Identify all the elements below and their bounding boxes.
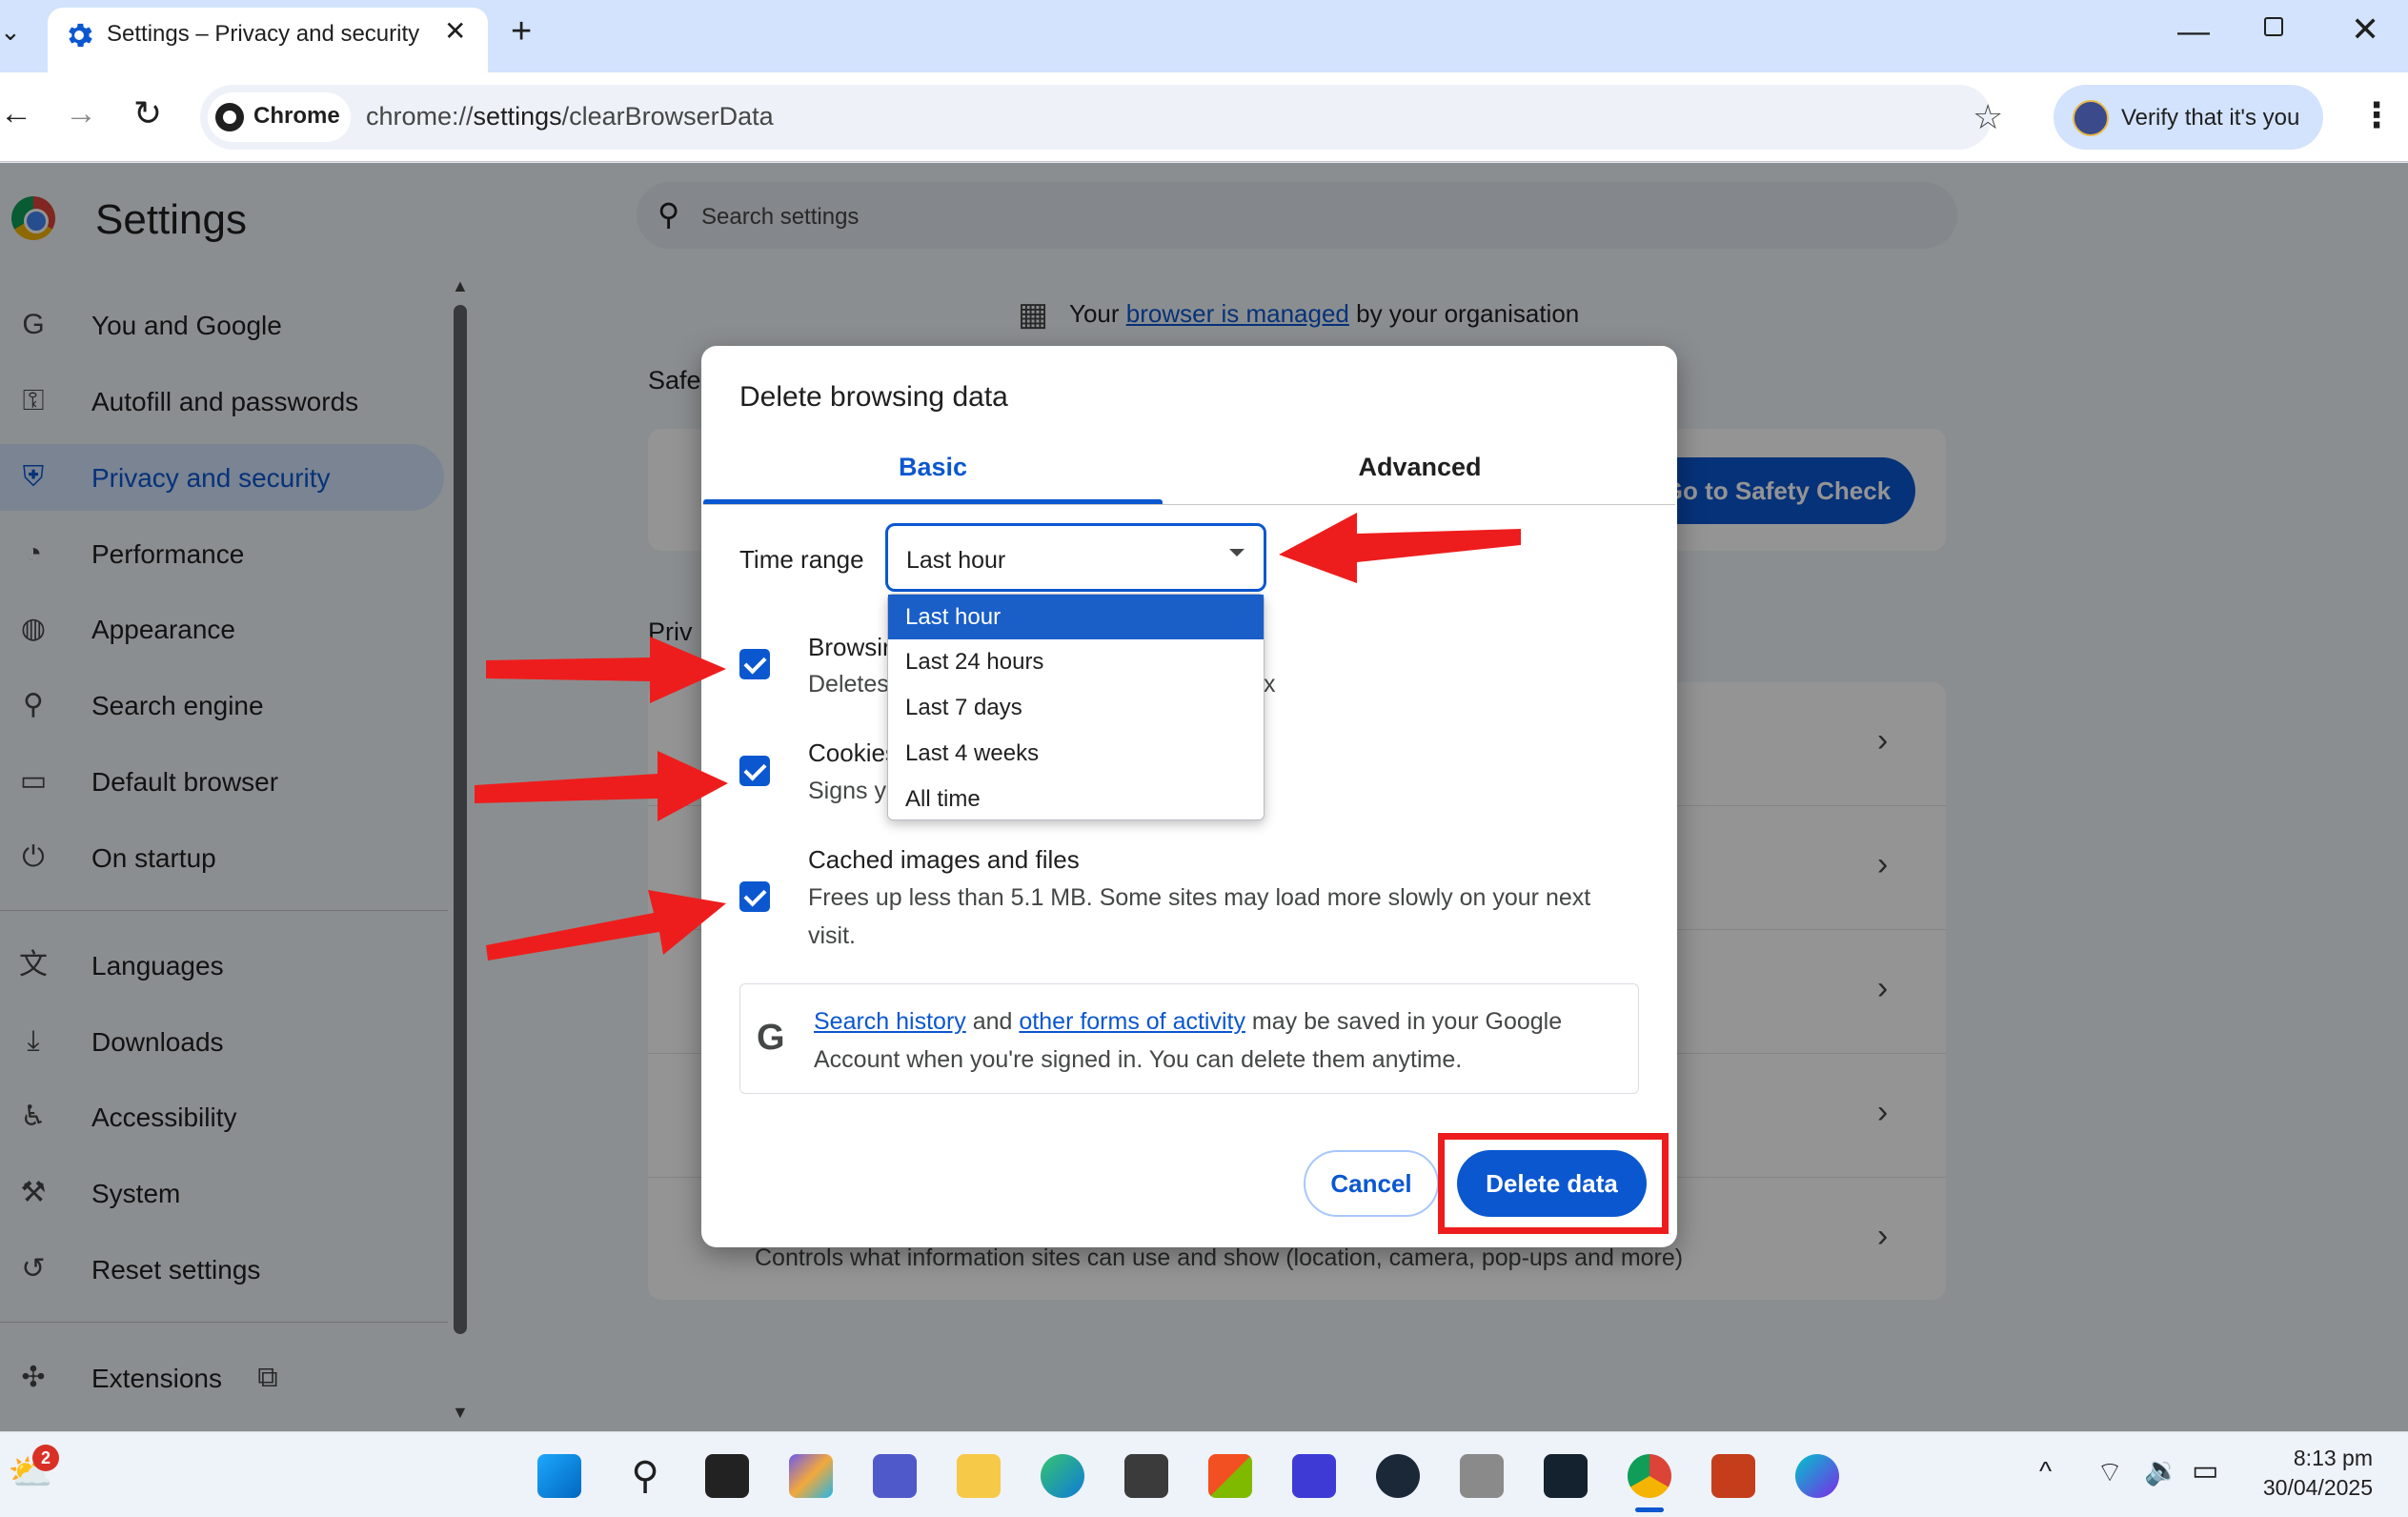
clock-date[interactable]: 30/04/2025 <box>2255 1475 2373 1501</box>
site-info-label: Chrome <box>253 103 340 129</box>
battery-icon[interactable]: ▭ <box>2192 1454 2218 1487</box>
restore-icon[interactable] <box>2264 17 2283 36</box>
copilot-icon[interactable] <box>789 1454 833 1498</box>
tab-search-chevron-icon[interactable]: ⌄ <box>0 17 23 55</box>
minimize-icon[interactable]: — <box>2177 13 2210 51</box>
bookmark-star-icon[interactable]: ☆ <box>1973 97 2003 137</box>
reload-icon[interactable]: ↻ <box>133 93 162 133</box>
new-tab-icon[interactable]: + <box>511 11 532 52</box>
notification-badge: 2 <box>32 1445 59 1471</box>
time-range-value: Last hour <box>906 547 1006 574</box>
option-description: Deletes <box>808 671 889 698</box>
wifi-icon[interactable]: ⌔ <box>2096 1454 2123 1490</box>
dropdown-option-last-24-hours[interactable]: Last 24 hours <box>888 639 1264 684</box>
app-icon[interactable] <box>1544 1454 1588 1498</box>
more-menu-icon[interactable]: ⋮ <box>2359 95 2394 135</box>
other-activity-link[interactable]: other forms of activity <box>1019 1008 1245 1035</box>
canva-icon[interactable] <box>1795 1454 1839 1498</box>
tab-title: Settings – Privacy and security <box>107 21 420 47</box>
file-explorer-icon[interactable] <box>957 1454 1001 1498</box>
option-description: visit. <box>808 922 856 949</box>
edge-icon[interactable] <box>1041 1454 1084 1498</box>
cached-images-checkbox[interactable] <box>739 881 770 912</box>
annotation-highlight-box <box>1438 1133 1669 1234</box>
app-icon[interactable] <box>1460 1454 1504 1498</box>
forward-arrow-icon[interactable]: → <box>65 95 97 132</box>
option-title: Browsir <box>808 633 891 661</box>
tab-basic[interactable]: Basic <box>703 438 1163 505</box>
close-tab-icon[interactable]: ✕ <box>444 15 466 47</box>
volume-icon[interactable]: 🔉 <box>2144 1454 2179 1487</box>
info-text: Account when you're signed in. You can d… <box>814 1046 1463 1073</box>
avatar <box>2073 100 2109 136</box>
tab-advanced[interactable]: Advanced <box>1191 438 1649 505</box>
store-icon[interactable] <box>1208 1454 1252 1498</box>
option-description-trailing: x <box>1264 671 1276 698</box>
option-description: Frees up less than 5.1 MB. Some sites ma… <box>808 884 1591 911</box>
powerpoint-icon[interactable] <box>1711 1454 1755 1498</box>
windows-start-icon[interactable] <box>537 1454 581 1498</box>
dropdown-option-all-time[interactable]: All time <box>888 777 1264 821</box>
gear-icon <box>69 23 92 48</box>
dropdown-option-last-hour[interactable]: Last hour <box>888 595 1264 639</box>
option-title: Cached images and files <box>808 845 1080 874</box>
steam-icon[interactable] <box>1376 1454 1420 1498</box>
back-arrow-icon[interactable]: ← <box>0 95 32 132</box>
cancel-button[interactable]: Cancel <box>1304 1150 1439 1217</box>
option-title: Cookies <box>808 738 898 767</box>
chrome-taskbar-icon[interactable] <box>1628 1454 1671 1498</box>
time-range-label: Time range <box>739 545 864 574</box>
teams-icon[interactable] <box>873 1454 917 1498</box>
browsing-history-checkbox[interactable] <box>739 649 770 679</box>
google-activity-info <box>739 983 1639 1094</box>
dropdown-caret-icon <box>1229 549 1244 556</box>
search-history-link[interactable]: Search history <box>814 1008 966 1035</box>
info-text: Search history and other forms of activi… <box>814 1008 1563 1035</box>
app-icon[interactable] <box>1124 1454 1168 1498</box>
chevron-up-icon[interactable]: ^ <box>2039 1456 2052 1487</box>
url-text[interactable]: chrome://settings/clearBrowserData <box>366 102 774 131</box>
dropdown-option-last-7-days[interactable]: Last 7 days <box>888 685 1264 730</box>
cookies-checkbox[interactable] <box>739 756 770 786</box>
google-g-icon: G <box>757 1018 785 1058</box>
app-icon[interactable] <box>1292 1454 1336 1498</box>
dialog-title: Delete browsing data <box>739 381 1008 413</box>
window-close-icon[interactable]: ✕ <box>2351 10 2379 50</box>
dropdown-option-last-4-weeks[interactable]: Last 4 weeks <box>888 731 1264 776</box>
verify-label: Verify that it's you <box>2121 105 2300 131</box>
chrome-icon <box>215 103 244 131</box>
active-app-indicator <box>1635 1507 1664 1512</box>
clock-time[interactable]: 8:13 pm <box>2287 1446 2373 1471</box>
taskbar-search-icon[interactable]: ⚲ <box>623 1454 667 1498</box>
option-description: Signs y <box>808 778 886 804</box>
tab-divider <box>703 504 1675 505</box>
task-view-icon[interactable] <box>705 1454 749 1498</box>
